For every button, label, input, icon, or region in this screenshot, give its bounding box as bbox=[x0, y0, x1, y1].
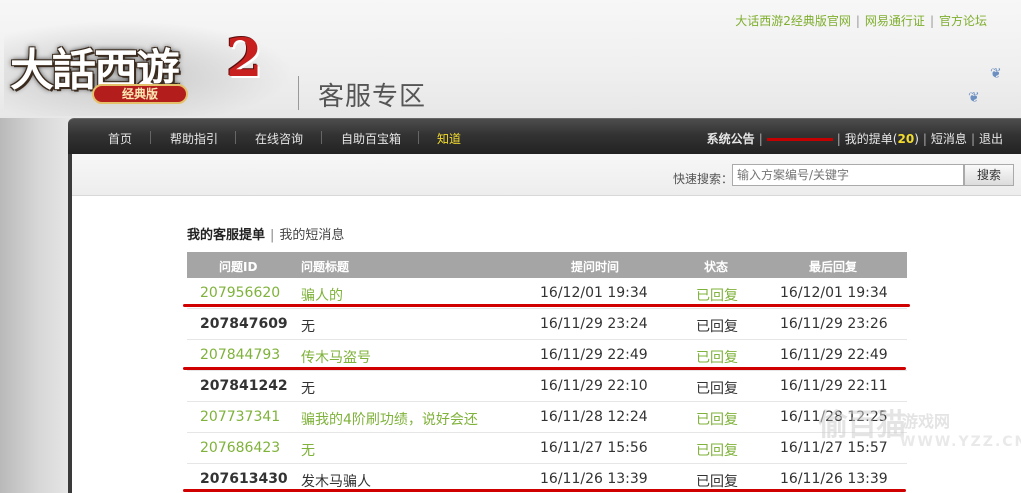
separator: | bbox=[855, 14, 860, 28]
ticket-id[interactable]: 207686423 bbox=[200, 440, 280, 456]
ticket-id: 207613430 bbox=[200, 471, 288, 487]
separator: | bbox=[836, 132, 841, 146]
table-row[interactable]: 207686423 无 16/11/27 15:56 已回复 16/11/27 15:5… bbox=[187, 433, 907, 464]
ticket-title: 无 bbox=[301, 381, 315, 397]
ticket-title[interactable]: 骗我的4阶刷功绩，说好会还 bbox=[301, 409, 478, 429]
redacted-username bbox=[766, 138, 833, 141]
nav-item-help[interactable]: 帮助指引 bbox=[170, 130, 218, 147]
site-watermark: 偷百猫 游戏网 WWW.YZZ.CN bbox=[818, 400, 1021, 460]
separator: | bbox=[970, 132, 975, 146]
column-header-status: 状态 bbox=[704, 260, 729, 274]
messages-link[interactable]: 短消息 bbox=[931, 132, 967, 146]
my-tickets-count: 20 bbox=[897, 132, 915, 146]
ticket-status: 已回复 bbox=[696, 319, 738, 335]
ticket-status: 已回复 bbox=[696, 381, 738, 397]
butterfly-icon: ❦ bbox=[990, 66, 1002, 82]
table-row[interactable]: 207841242 无 16/11/29 22:10 已回复 16/11/29 22:1… bbox=[187, 371, 907, 402]
ticket-id[interactable]: 207956620 bbox=[200, 285, 280, 301]
nav-separator bbox=[418, 131, 419, 144]
logo-number: 2 bbox=[226, 28, 263, 89]
ticket-time: 16/12/01 19:34 bbox=[540, 285, 648, 301]
my-tickets-link[interactable]: 我的提单(20) bbox=[845, 132, 919, 146]
ticket-last-reply: 16/12/01 19:34 bbox=[780, 285, 888, 301]
search-button[interactable]: 搜索 bbox=[964, 164, 1014, 186]
nav-separator bbox=[235, 131, 236, 144]
butterfly-icon: ❦ bbox=[968, 90, 980, 106]
highlight-line bbox=[183, 304, 910, 307]
ticket-title: 发木马骗人 bbox=[301, 474, 371, 490]
ticket-id[interactable]: 207844793 bbox=[200, 347, 280, 363]
ticket-time: 16/11/28 12:24 bbox=[540, 409, 648, 425]
table-row[interactable]: 207847609 无 16/11/29 23:24 已回复 16/11/29 23:2… bbox=[187, 309, 907, 340]
column-header-last-reply: 最后回复 bbox=[809, 260, 858, 274]
ticket-last-reply: 16/11/26 13:39 bbox=[780, 471, 888, 487]
ticket-status[interactable]: 已回复 bbox=[696, 409, 738, 429]
official-site-link[interactable]: 大话西游2经典版官网 bbox=[735, 14, 851, 28]
ticket-last-reply: 16/11/29 23:26 bbox=[780, 316, 888, 332]
ticket-title[interactable]: 骗人的 bbox=[301, 285, 343, 305]
watermark-brand: 游戏网 bbox=[902, 412, 951, 431]
watermark-logo: 偷百猫 bbox=[818, 408, 906, 443]
ticket-id: 207847609 bbox=[200, 316, 288, 332]
nav-item-home[interactable]: 首页 bbox=[108, 130, 132, 147]
ticket-time: 16/11/29 22:49 bbox=[540, 347, 648, 363]
nav-item-online-consult[interactable]: 在线咨询 bbox=[255, 130, 303, 147]
highlight-line bbox=[183, 367, 906, 370]
ticket-time: 16/11/29 23:24 bbox=[540, 316, 648, 332]
ticket-status[interactable]: 已回复 bbox=[696, 285, 738, 305]
section-divider bbox=[298, 76, 299, 110]
highlight-line bbox=[183, 489, 906, 492]
nav-user-area: 系统公告 | | 我的提单(20) | 短消息 | 退出 bbox=[707, 130, 1003, 147]
logo-subtitle: 经典版 bbox=[92, 84, 188, 104]
separator: | bbox=[929, 14, 934, 28]
nav-item-zhidao[interactable]: 知道 bbox=[437, 130, 461, 147]
official-forum-link[interactable]: 官方论坛 bbox=[939, 14, 987, 28]
ticket-tabs: 我的客服提单 | 我的短消息 bbox=[187, 224, 344, 243]
ticket-last-reply: 16/11/29 22:11 bbox=[780, 378, 888, 394]
page-title: 客服专区 bbox=[318, 82, 427, 112]
column-header-title: 问题标题 bbox=[301, 260, 350, 274]
my-tickets-label: 我的提单 bbox=[844, 132, 893, 146]
nav-item-self-service[interactable]: 自助百宝箱 bbox=[341, 130, 401, 147]
table-header: 问题ID 问题标题 提问时间 状态 最后回复 bbox=[187, 252, 907, 278]
tab-my-tickets[interactable]: 我的客服提单 bbox=[187, 228, 265, 243]
ticket-title: 无 bbox=[301, 319, 315, 335]
ticket-time: 16/11/27 15:56 bbox=[540, 440, 648, 456]
separator: | bbox=[270, 228, 275, 243]
column-header-id: 问题ID bbox=[219, 260, 258, 274]
game-logo[interactable]: 大話西遊 2 经典版 bbox=[4, 20, 294, 116]
table-row[interactable]: 207737341 骗我的4阶刷功绩，说好会还 16/11/28 12:24 已回复 1… bbox=[187, 402, 907, 433]
tab-my-messages[interactable]: 我的短消息 bbox=[279, 228, 344, 243]
nav-separator bbox=[321, 131, 322, 144]
logout-link[interactable]: 退出 bbox=[979, 132, 1003, 146]
separator: | bbox=[758, 132, 763, 146]
ticket-time: 16/11/29 22:10 bbox=[540, 378, 648, 394]
ticket-status[interactable]: 已回复 bbox=[696, 347, 738, 367]
watermark-url: WWW.YZZ.CN bbox=[900, 434, 1021, 450]
column-header-time: 提问时间 bbox=[571, 260, 620, 274]
ticket-status[interactable]: 已回复 bbox=[696, 440, 738, 460]
ticket-title[interactable]: 无 bbox=[301, 440, 315, 460]
nav-separator bbox=[150, 131, 151, 144]
ticket-time: 16/11/26 13:39 bbox=[540, 471, 648, 487]
main-nav: 首页 帮助指引 在线咨询 自助百宝箱 知道 系统公告 | | 我的提单(20) | 短消息… bbox=[68, 118, 1021, 154]
search-label: 快速搜索： bbox=[673, 172, 734, 186]
ticket-status: 已回复 bbox=[696, 474, 738, 490]
netease-passport-link[interactable]: 网易通行证 bbox=[865, 14, 925, 28]
ticket-id[interactable]: 207737341 bbox=[200, 409, 280, 425]
announcement-link[interactable]: 系统公告 bbox=[707, 132, 755, 146]
ticket-id: 207841242 bbox=[200, 378, 288, 394]
ticket-title[interactable]: 传木马盗号 bbox=[301, 347, 371, 367]
search-input[interactable] bbox=[732, 164, 964, 186]
top-links: 大话西游2经典版官网 | 网易通行证 | 官方论坛 bbox=[735, 12, 987, 29]
ticket-last-reply: 16/11/29 22:49 bbox=[780, 347, 888, 363]
separator: | bbox=[922, 132, 927, 146]
